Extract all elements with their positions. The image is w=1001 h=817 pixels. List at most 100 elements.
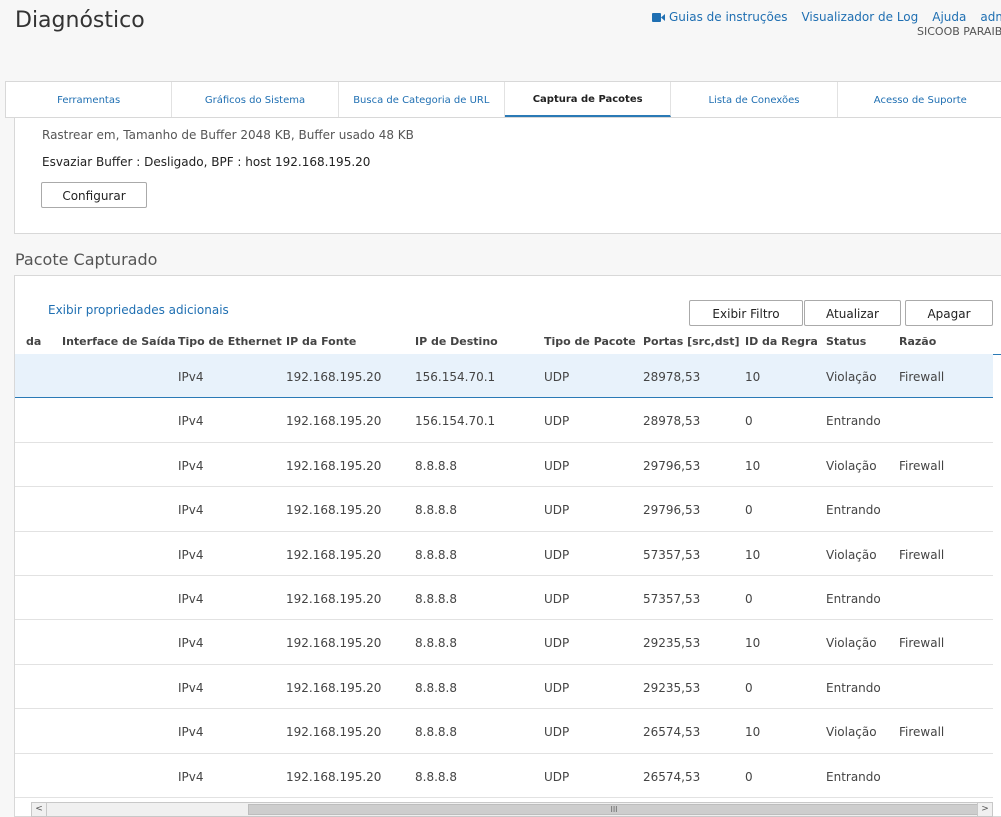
cell-status: Entrando	[826, 414, 881, 429]
column-ethernet-type[interactable]: Tipo de Ethernet	[178, 335, 282, 348]
top-navigation: Guias de instruções Visualizador de Log …	[652, 10, 1001, 24]
column-in-interface[interactable]: da	[26, 335, 41, 348]
cell-destination-ip: 8.8.8.8	[415, 769, 457, 784]
organization-name: SICOOB PARAIBA	[917, 25, 1001, 38]
cell-packet-type: UDP	[544, 547, 570, 562]
table-row[interactable]: IPv4 192.168.195.20 8.8.8.8 UDP 29796,53 0 Ent…	[15, 487, 993, 532]
cell-destination-ip: 8.8.8.8	[415, 547, 457, 562]
column-ports[interactable]: Portas [src,dst]	[643, 335, 740, 348]
table-row[interactable]: IPv4 192.168.195.20 8.8.8.8 UDP 57357,53 0 Ent…	[15, 576, 993, 621]
help-link[interactable]: Ajuda	[932, 10, 966, 24]
table-row[interactable]: IPv4 192.168.195.20 8.8.8.8 UDP 29796,53 10 Vi…	[15, 443, 993, 488]
tab-ferramentas[interactable]: Ferramentas	[6, 82, 173, 117]
guides-link[interactable]: Guias de instruções	[652, 10, 787, 24]
table-row[interactable]: IPv4 192.168.195.20 8.8.8.8 UDP 26574,53 10 Vi…	[15, 709, 993, 754]
page-title: Diagnóstico	[15, 8, 145, 33]
user-name: admin	[980, 10, 1001, 24]
table-row[interactable]: IPv4 192.168.195.20 8.8.8.8 UDP 29235,53 10 Vi…	[15, 620, 993, 665]
show-filter-button[interactable]: Exibir Filtro	[689, 300, 803, 326]
cell-ports: 28978,53	[643, 370, 701, 384]
table-header: da Interface de Saída Tipo de Ethernet I…	[15, 332, 1001, 355]
cell-packet-type: UDP	[544, 414, 570, 429]
cell-status: Entrando	[826, 591, 881, 606]
cell-source-ip: 192.168.195.20	[286, 680, 382, 695]
cell-status: Violação	[826, 725, 877, 740]
trace-status-text: Rastrear em, Tamanho de Buffer 2048 KB, …	[42, 128, 414, 142]
cell-source-ip: 192.168.195.20	[286, 503, 382, 518]
table-row[interactable]: IPv4 192.168.195.20 156.154.70.1 UDP 28978,5…	[15, 398, 993, 443]
column-destination-ip[interactable]: IP de Destino	[415, 335, 498, 348]
cell-rule-id: 10	[745, 725, 761, 740]
packet-table-body: IPv4 192.168.195.20 156.154.70.1 UDP 28978,5…	[15, 354, 993, 798]
cell-destination-ip: 156.154.70.1	[415, 414, 496, 429]
cell-source-ip: 192.168.195.20	[286, 636, 382, 651]
horizontal-scrollbar[interactable]: < III >	[31, 802, 993, 817]
diagnostics-tabs: Ferramentas Gráficos do Sistema Busca de…	[5, 81, 1001, 118]
cell-packet-type: UDP	[544, 680, 570, 695]
tab-captura-pacotes[interactable]: Captura de Pacotes	[504, 82, 672, 117]
scroll-right-icon[interactable]: >	[977, 803, 992, 816]
clear-button[interactable]: Apagar	[905, 300, 993, 326]
tab-lista-conexoes[interactable]: Lista de Conexões	[671, 82, 838, 117]
cell-reason: Firewall	[899, 636, 945, 651]
cell-status: Entrando	[826, 503, 881, 518]
cell-ports: 29235,53	[643, 636, 701, 651]
cell-reason: Firewall	[899, 547, 945, 562]
user-menu[interactable]: admin ▾	[980, 10, 1001, 24]
cell-ethernet-type: IPv4	[178, 458, 204, 473]
column-source-ip[interactable]: IP da Fonte	[286, 335, 356, 348]
tab-busca-categoria-url[interactable]: Busca de Categoria de URL	[339, 82, 505, 117]
cell-status: Violação	[826, 547, 877, 562]
cell-packet-type: UDP	[544, 636, 570, 651]
cell-ports: 26574,53	[643, 769, 701, 784]
cell-source-ip: 192.168.195.20	[286, 591, 382, 606]
column-reason[interactable]: Razão	[899, 335, 936, 348]
configure-button[interactable]: Configurar	[41, 182, 147, 208]
tab-graficos-sistema[interactable]: Gráficos do Sistema	[172, 82, 339, 117]
cell-packet-type: UDP	[544, 725, 570, 740]
tab-acesso-suporte[interactable]: Acesso de Suporte	[838, 82, 1001, 117]
captured-packets-title: Pacote Capturado	[15, 250, 158, 269]
cell-packet-type: UDP	[544, 503, 570, 518]
cell-source-ip: 192.168.195.20	[286, 370, 382, 384]
refresh-button[interactable]: Atualizar	[804, 300, 901, 326]
cell-destination-ip: 156.154.70.1	[415, 370, 496, 384]
cell-rule-id: 0	[745, 680, 753, 695]
video-camera-icon	[652, 12, 665, 22]
cell-destination-ip: 8.8.8.8	[415, 636, 457, 651]
cell-ethernet-type: IPv4	[178, 370, 204, 384]
cell-status: Violação	[826, 458, 877, 473]
cell-packet-type: UDP	[544, 591, 570, 606]
log-viewer-link[interactable]: Visualizador de Log	[801, 10, 918, 24]
table-row[interactable]: IPv4 192.168.195.20 8.8.8.8 UDP 57357,53 10 Vi…	[15, 532, 993, 576]
cell-ethernet-type: IPv4	[178, 591, 204, 606]
cell-reason: Firewall	[899, 458, 945, 473]
table-row[interactable]: IPv4 192.168.195.20 8.8.8.8 UDP 29235,53 0 Ent…	[15, 665, 993, 710]
table-row[interactable]: IPv4 192.168.195.20 156.154.70.1 UDP 28978,5…	[15, 354, 993, 399]
column-out-interface[interactable]: Interface de Saída	[62, 335, 176, 348]
cell-status: Entrando	[826, 680, 881, 695]
cell-source-ip: 192.168.195.20	[286, 547, 382, 562]
cell-rule-id: 10	[745, 458, 761, 473]
scrollbar-thumb[interactable]: III	[248, 804, 980, 815]
cell-source-ip: 192.168.195.20	[286, 458, 382, 473]
cell-destination-ip: 8.8.8.8	[415, 680, 457, 695]
cell-destination-ip: 8.8.8.8	[415, 725, 457, 740]
show-additional-properties-link[interactable]: Exibir propriedades adicionais	[48, 303, 229, 317]
cell-ethernet-type: IPv4	[178, 503, 204, 518]
cell-ports: 26574,53	[643, 725, 701, 740]
scroll-left-icon[interactable]: <	[32, 803, 47, 816]
cell-reason: Firewall	[899, 725, 945, 740]
cell-source-ip: 192.168.195.20	[286, 725, 382, 740]
capture-settings-panel: Rastrear em, Tamanho de Buffer 2048 KB, …	[14, 118, 1001, 234]
cell-ethernet-type: IPv4	[178, 725, 204, 740]
column-packet-type[interactable]: Tipo de Pacote	[544, 335, 636, 348]
cell-ethernet-type: IPv4	[178, 636, 204, 651]
cell-destination-ip: 8.8.8.8	[415, 503, 457, 518]
table-row[interactable]: IPv4 192.168.195.20 8.8.8.8 UDP 26574,53 0 Ent…	[15, 754, 993, 798]
captured-packets-panel: Exibir propriedades adicionais Exibir Fi…	[14, 275, 1001, 817]
cell-rule-id: 10	[745, 547, 761, 562]
column-status[interactable]: Status	[826, 335, 866, 348]
cell-packet-type: UDP	[544, 769, 570, 784]
column-rule-id[interactable]: ID da Regra	[745, 335, 818, 348]
